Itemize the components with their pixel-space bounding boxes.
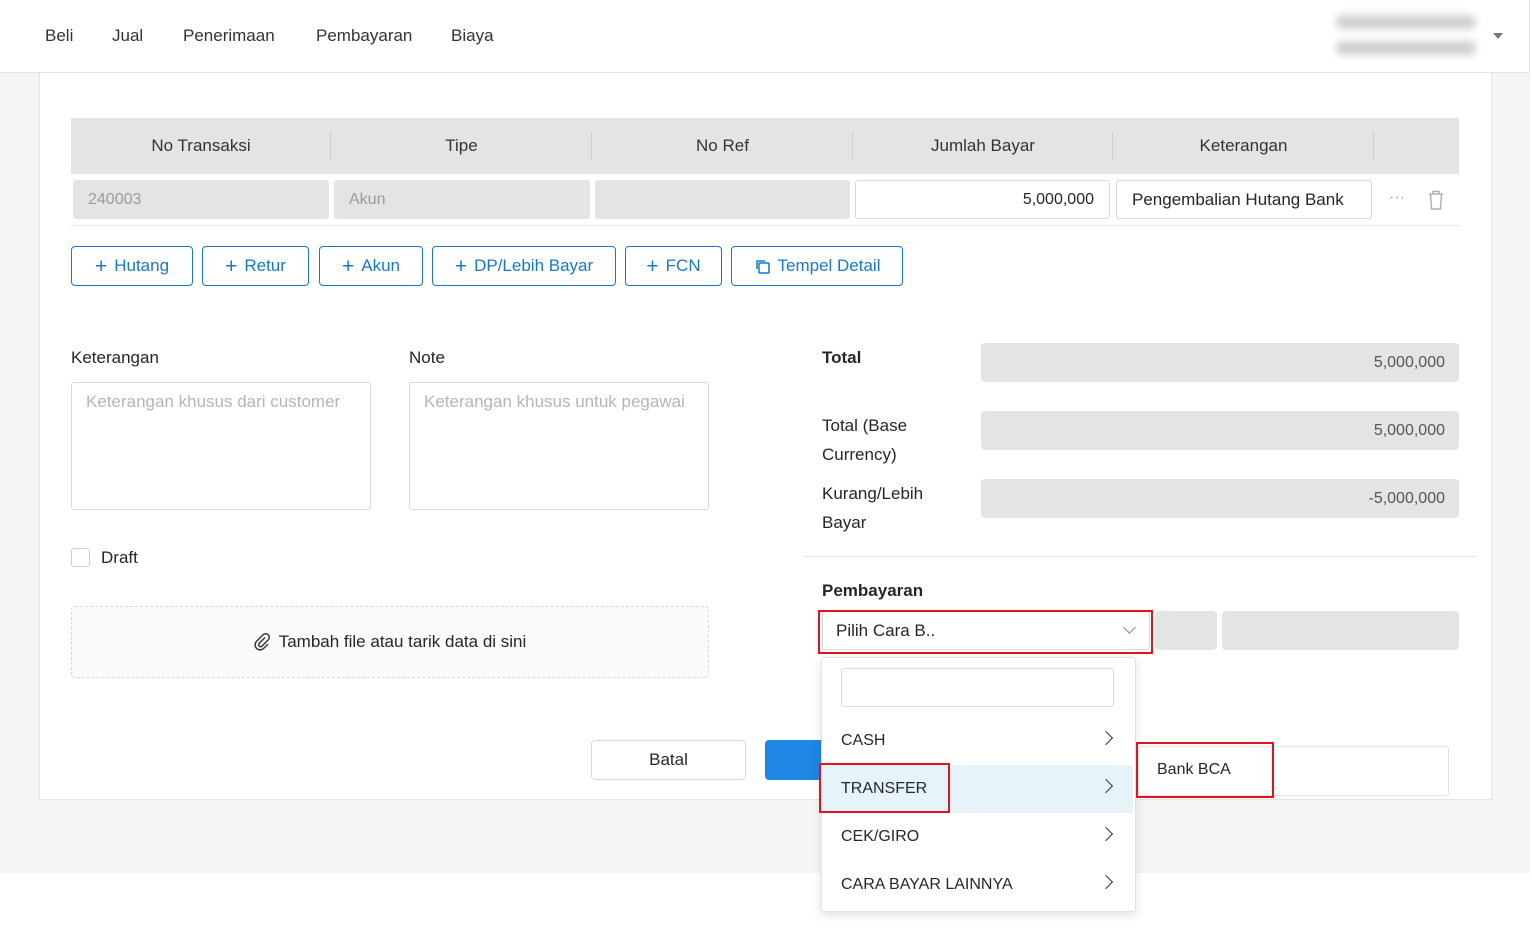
add-fcn-button[interactable]: + FCN — [625, 246, 722, 286]
add-dp-lebih-bayar-button[interactable]: + DP/Lebih Bayar — [432, 246, 616, 286]
kurang-lebih-value: -5,000,000 — [981, 479, 1459, 518]
tempel-detail-button[interactable]: Tempel Detail — [731, 246, 903, 286]
col-header-tipe: Tipe — [331, 118, 592, 174]
user-email-blurred[interactable] — [1336, 41, 1476, 55]
user-menu-caret-icon[interactable] — [1493, 33, 1503, 39]
nav-beli[interactable]: Beli — [45, 26, 73, 46]
kurang-lebih-label-line2: Bayar — [822, 513, 867, 532]
chevron-right-icon — [1098, 778, 1114, 794]
dropdown-option-cara-bayar-lainnya[interactable]: CARA BAYAR LAINNYA — [822, 861, 1133, 909]
col-header-jumlah-bayar: Jumlah Bayar — [853, 118, 1113, 174]
plus-icon: + — [341, 254, 355, 278]
total-base-label-line1: Total (Base — [822, 416, 908, 435]
dropdown-option-cek-giro[interactable]: CEK/GIRO — [822, 813, 1133, 861]
draft-label: Draft — [101, 548, 138, 567]
plus-icon: + — [94, 254, 108, 278]
header-separator — [1112, 132, 1113, 160]
nav-pembayaran[interactable]: Pembayaran — [316, 26, 412, 46]
total-base-label-line2: Currency) — [822, 445, 897, 464]
col-header-actions — [1374, 118, 1459, 174]
plus-icon: + — [646, 254, 659, 278]
nav-jual[interactable]: Jual — [112, 26, 143, 46]
cancel-button[interactable]: Batal — [591, 740, 746, 780]
note-label: Note — [409, 348, 445, 367]
total-label: Total — [822, 348, 862, 367]
file-dropzone[interactable]: Tambah file atau tarik data di sini — [71, 606, 709, 678]
more-options-icon[interactable]: ··· — [1386, 190, 1408, 210]
keterangan-textarea[interactable]: Keterangan khusus dari customer — [71, 382, 371, 510]
draft-checkbox[interactable] — [71, 548, 90, 567]
add-retur-button[interactable]: + Retur — [202, 246, 309, 286]
header-separator — [591, 132, 592, 160]
nav-biaya[interactable]: Biaya — [451, 26, 494, 46]
note-textarea[interactable]: Keterangan khusus untuk pegawai — [409, 382, 709, 510]
kurang-lebih-label-line1: Kurang/Lebih — [822, 484, 924, 503]
col-header-keterangan: Keterangan — [1113, 118, 1374, 174]
paperclip-icon — [254, 633, 270, 651]
payment-amount-field — [1222, 611, 1459, 650]
copy-icon — [754, 258, 771, 275]
highlight-box-transfer — [819, 763, 950, 813]
chevron-right-icon — [1098, 874, 1114, 890]
chevron-right-icon — [1098, 730, 1114, 746]
keterangan-label: Keterangan — [71, 348, 159, 367]
trash-icon[interactable] — [1427, 189, 1445, 211]
row-no-transaksi: 240003 — [73, 180, 329, 219]
total-value: 5,000,000 — [981, 343, 1459, 382]
add-hutang-button[interactable]: + Hutang — [71, 246, 193, 286]
nav-penerimaan[interactable]: Penerimaan — [183, 26, 275, 46]
save-button[interactable] — [765, 740, 825, 780]
header-separator — [330, 132, 331, 160]
add-akun-button[interactable]: + Akun — [319, 246, 423, 286]
row-no-ref — [595, 180, 850, 219]
chevron-right-icon — [1098, 826, 1114, 842]
user-name-blurred[interactable] — [1336, 15, 1476, 29]
summary-divider — [803, 556, 1477, 557]
dropdown-option-cash[interactable]: CASH — [822, 717, 1133, 765]
dropdown-search-input[interactable] — [841, 668, 1114, 707]
header-separator — [852, 132, 853, 160]
plus-icon: + — [225, 254, 238, 278]
row-tipe: Akun — [334, 180, 590, 219]
row-keterangan-input[interactable]: Pengembalian Hutang Bank — [1116, 180, 1372, 219]
highlight-box-bank-bca — [1136, 742, 1274, 798]
payment-currency-field — [1155, 611, 1217, 650]
top-navbar: Beli Jual Penerimaan Pembayaran Biaya — [0, 0, 1530, 73]
col-header-no-transaksi: No Transaksi — [71, 118, 331, 174]
header-separator — [1373, 132, 1374, 160]
pembayaran-label: Pembayaran — [822, 581, 924, 600]
row-jumlah-bayar-input[interactable]: 5,000,000 — [855, 180, 1110, 219]
row-divider — [71, 225, 1459, 226]
total-base-value: 5,000,000 — [981, 411, 1459, 450]
highlight-box-select — [818, 610, 1153, 654]
plus-icon: + — [454, 254, 468, 278]
col-header-no-ref: No Ref — [592, 118, 853, 174]
